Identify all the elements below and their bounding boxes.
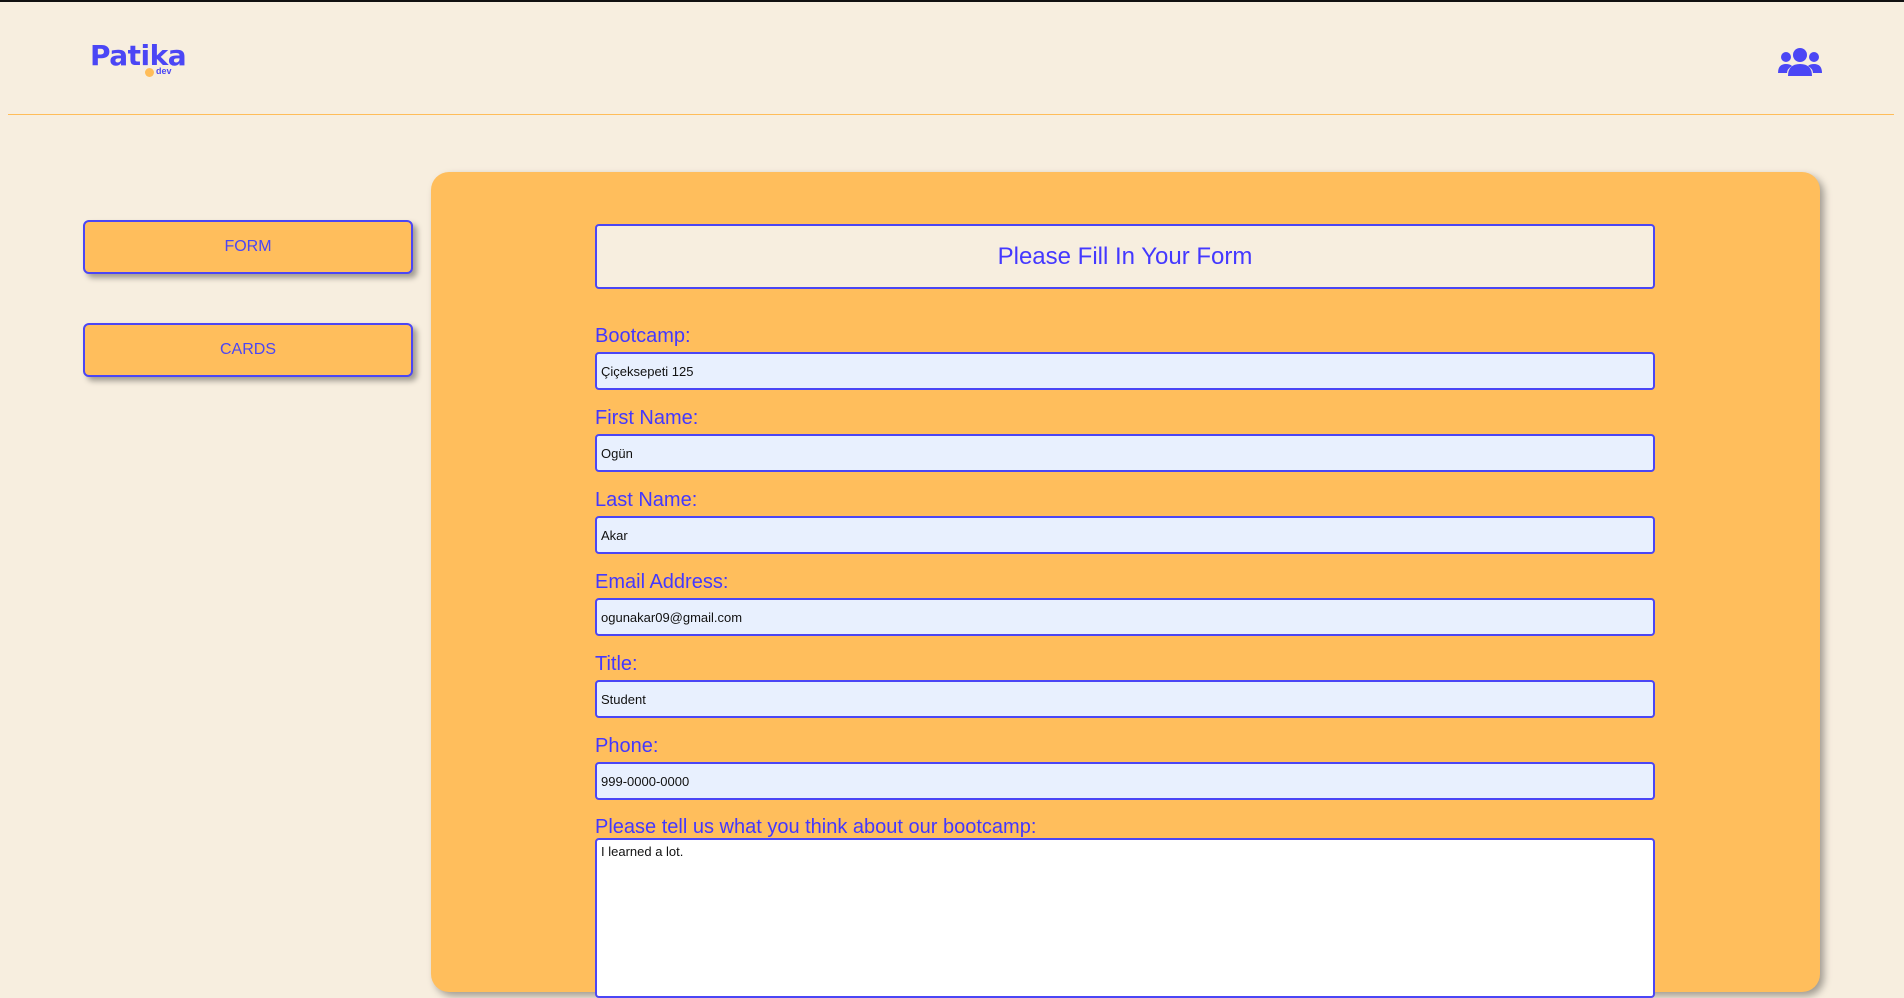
bootcamp-input[interactable]: Çiçeksepeti 125 (595, 352, 1655, 390)
phone-label: Phone: (595, 735, 659, 757)
logo-text: Patika (90, 39, 187, 72)
bootcamp-label: Bootcamp: (595, 325, 691, 347)
last-name-label: Last Name: (595, 489, 698, 511)
sidebar-item-cards[interactable]: CARDS (83, 323, 413, 377)
title-input[interactable]: Student (595, 680, 1655, 718)
form-panel: Please Fill In Your Form Bootcamp: Çiçek… (431, 172, 1820, 998)
email-input[interactable]: ogunakar09@gmail.com (595, 598, 1655, 636)
sidebar-item-form[interactable]: FORM (83, 220, 413, 274)
patika-logo[interactable]: Patika dev (90, 40, 187, 80)
logo-dot-icon (145, 68, 154, 77)
last-name-input[interactable]: Akar (595, 516, 1655, 554)
first-name-input[interactable]: Ogün (595, 434, 1655, 472)
form-title: Please Fill In Your Form (595, 224, 1655, 289)
phone-input[interactable]: 999-0000-0000 (595, 762, 1655, 800)
feedback-textarea[interactable]: I learned a lot. (595, 838, 1655, 998)
header-divider (8, 114, 1894, 115)
header: Patika dev (0, 2, 1904, 114)
first-name-label: First Name: (595, 407, 699, 429)
users-icon[interactable] (1778, 46, 1822, 78)
feedback-label: Please tell us what you think about our … (595, 816, 1037, 838)
logo-sub-text: dev (156, 66, 172, 76)
email-label: Email Address: (595, 571, 729, 593)
title-label: Title: (595, 653, 638, 675)
